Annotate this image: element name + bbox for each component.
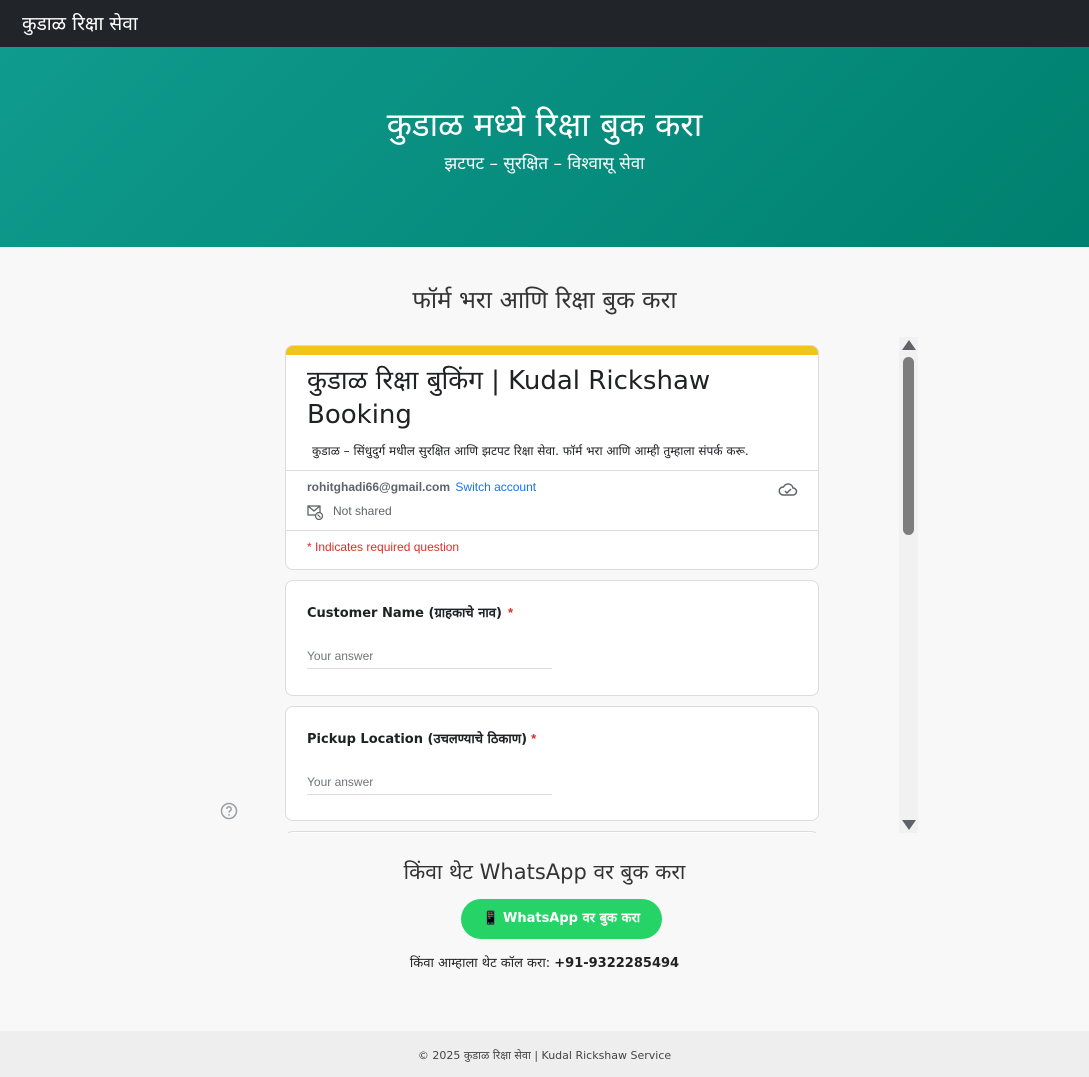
divider — [286, 470, 818, 471]
whatsapp-section-title: किंवा थेट WhatsApp वर बुक करा — [403, 860, 686, 884]
google-form-embed[interactable]: कुडाळ रिक्षा बुकिंग | Kudal Rickshaw Boo… — [210, 337, 918, 833]
form-header-card: कुडाळ रिक्षा बुकिंग | Kudal Rickshaw Boo… — [285, 345, 819, 570]
navbar: कुडाळ रिक्षा सेवा — [0, 0, 1089, 47]
help-circle-icon[interactable] — [220, 802, 238, 820]
form-title: कुडाळ रिक्षा बुकिंग | Kudal Rickshaw Boo… — [307, 366, 711, 430]
required-star: * — [507, 605, 514, 620]
not-shared-label: Not shared — [333, 504, 392, 518]
scroll-down-arrow-icon[interactable] — [902, 820, 916, 830]
account-line: rohitghadi66@gmail.com Switch account — [307, 480, 536, 494]
hero-banner: कुडाळ मध्ये रिक्षा बुक करा झटपट – सुरक्ष… — [0, 47, 1089, 247]
account-email: rohitghadi66@gmail.com — [307, 480, 451, 494]
phone-number[interactable]: +91-9322285494 — [554, 956, 679, 971]
cloud-check-icon — [778, 483, 798, 496]
footer-text: © 2025 कुडाळ रिक्षा सेवा | Kudal Ricksha… — [417, 1049, 672, 1062]
question-label: Pickup Location (उचलण्याचे ठिकाण) * — [307, 731, 537, 747]
required-star: * — [531, 731, 537, 746]
scroll-thumb[interactable] — [903, 357, 914, 535]
question-card-customer-name: Customer Name (ग्राहकाचे नाव) * Your answ… — [285, 580, 819, 696]
question-label: Customer Name (ग्राहकाचे नाव) * — [307, 605, 514, 621]
switch-account-link[interactable]: Switch account — [455, 480, 536, 494]
scroll-up-arrow-icon[interactable] — [902, 340, 916, 350]
form-description: कुडाळ – सिंधुदुर्ग मधील सुरक्षित आणि झटप… — [312, 444, 749, 458]
hero-subtitle: झटपट – सुरक्षित – विश्वासू सेवा — [444, 154, 645, 174]
whatsapp-book-button[interactable]: 📱 WhatsApp वर बुक करा — [461, 899, 662, 939]
question-card-pickup-location: Pickup Location (उचलण्याचे ठिकाण) * Your … — [285, 706, 819, 821]
form-accent-stripe — [286, 346, 818, 355]
pickup-location-input[interactable]: Your answer — [307, 773, 552, 795]
required-note: * Indicates required question — [307, 540, 460, 554]
call-line: किंवा आम्हाला थेट कॉल करा: +91-932228549… — [0, 953, 1089, 971]
question-card-next — [285, 831, 819, 833]
customer-name-input[interactable]: Your answer — [307, 647, 552, 669]
phone-icon: 📱 — [482, 911, 499, 926]
mail-off-icon — [307, 505, 323, 520]
divider — [286, 530, 818, 531]
brand-link[interactable]: कुडाळ रिक्षा सेवा — [22, 10, 138, 36]
form-section-title: फॉर्म भरा आणि रिक्षा बुक करा — [412, 286, 677, 314]
hero-title: कुडाळ मध्ये रिक्षा बुक करा — [386, 105, 703, 144]
call-prefix: किंवा आम्हाला थेट कॉल करा: — [409, 956, 551, 971]
form-scrollbar[interactable] — [899, 337, 918, 833]
footer: © 2025 कुडाळ रिक्षा सेवा | Kudal Ricksha… — [0, 1031, 1089, 1077]
whatsapp-button-label: WhatsApp वर बुक करा — [502, 911, 641, 926]
